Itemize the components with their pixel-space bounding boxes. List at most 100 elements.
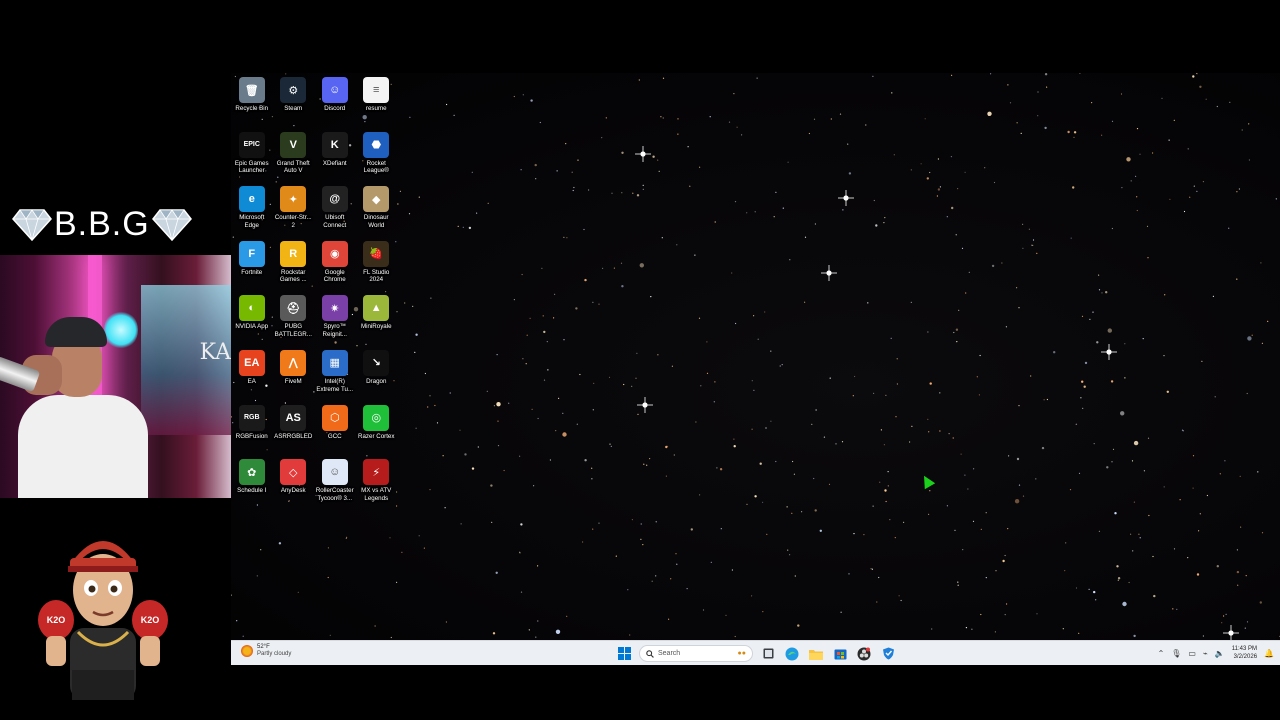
desktop-icon[interactable]: ✷ Spyro™ Reignit... bbox=[314, 295, 356, 350]
start-button[interactable] bbox=[615, 645, 633, 663]
desktop-icon[interactable]: ⛑ PUBG BATTLEGR... bbox=[273, 295, 315, 350]
desktop-icon[interactable]: ⚡ MX vs ATV Legends bbox=[356, 459, 398, 514]
star bbox=[1095, 599, 1097, 601]
star bbox=[968, 271, 970, 273]
taskbar-app-obs[interactable] bbox=[855, 645, 873, 663]
desktop-icon[interactable]: ◎ Razer Cortex bbox=[356, 404, 398, 460]
star bbox=[794, 575, 796, 577]
taskbar-app-shield[interactable] bbox=[879, 645, 897, 663]
star bbox=[444, 507, 446, 509]
star bbox=[880, 429, 883, 431]
desktop-icon[interactable]: AS ASRRGBLED bbox=[273, 404, 315, 460]
desktop-icon[interactable]: ☺ Discord bbox=[314, 77, 356, 132]
star bbox=[1229, 101, 1231, 103]
desktop-icon[interactable]: ◇ AnyDesk bbox=[273, 459, 315, 514]
weather-widget[interactable]: 52°F Partly cloudy bbox=[241, 644, 291, 658]
star bbox=[1091, 102, 1093, 104]
star bbox=[665, 445, 668, 449]
star bbox=[1075, 423, 1077, 425]
desktop-icon[interactable]: ✦ Counter-Str... 2 bbox=[273, 186, 315, 241]
desktop-icon[interactable]: ▲ MiniRoyale bbox=[356, 295, 398, 350]
desktop-icon[interactable]: 🗑 Recycle Bin bbox=[231, 77, 273, 132]
desktop-icon[interactable]: ◐ NVIDIA App bbox=[231, 295, 273, 350]
star bbox=[521, 273, 523, 276]
notification-bell-icon[interactable]: 🔔 bbox=[1264, 649, 1274, 658]
network-icon[interactable]: ⌁ bbox=[1203, 649, 1208, 658]
taskbar-app-edge[interactable] bbox=[783, 645, 801, 663]
star bbox=[591, 467, 593, 469]
star bbox=[1173, 548, 1176, 550]
store-icon bbox=[834, 649, 846, 660]
miniroyale-icon: ▲ bbox=[363, 295, 390, 322]
display-icon[interactable]: ▭ bbox=[1188, 649, 1196, 658]
microphone-icon[interactable]: 🎙 bbox=[1171, 649, 1181, 658]
desktop-icon[interactable]: ▦ Intel(R) Extreme Tu... bbox=[314, 349, 356, 405]
taskbar-app-explorer[interactable] bbox=[807, 645, 825, 663]
star bbox=[642, 184, 644, 186]
taskbar-app-store[interactable] bbox=[831, 645, 849, 663]
star bbox=[789, 554, 791, 556]
star bbox=[753, 315, 755, 317]
chevron-up-icon[interactable]: ⌃ bbox=[1158, 649, 1165, 658]
star bbox=[775, 460, 777, 463]
desktop-icon[interactable]: ⚙ Steam bbox=[273, 77, 315, 132]
star bbox=[770, 350, 772, 352]
star bbox=[804, 301, 806, 303]
star bbox=[1139, 537, 1141, 539]
star bbox=[636, 194, 640, 197]
task-view-button[interactable] bbox=[759, 645, 777, 663]
star bbox=[709, 116, 711, 118]
desktop-icon[interactable]: ✿ Schedule I bbox=[231, 459, 273, 514]
star bbox=[584, 459, 587, 462]
star bbox=[1236, 278, 1238, 280]
star bbox=[519, 455, 521, 457]
desktop-icon[interactable]: V Grand Theft Auto V bbox=[273, 131, 315, 187]
star bbox=[1004, 614, 1006, 616]
star bbox=[719, 468, 723, 471]
desktop-icon[interactable]: ⬡ GCC bbox=[314, 404, 356, 460]
bright-star bbox=[821, 265, 837, 281]
star bbox=[537, 620, 539, 622]
star bbox=[1062, 628, 1064, 630]
speaker-icon[interactable]: 🔈 bbox=[1215, 649, 1225, 658]
stream-overlay: B.B.G KA K2O K2O bbox=[0, 0, 231, 720]
star bbox=[547, 369, 549, 371]
desktop-icon[interactable]: ☺ RollerCoaster Tycoon® 3... bbox=[314, 459, 356, 514]
star bbox=[543, 379, 546, 381]
epic-games-icon: EPIC bbox=[238, 131, 265, 158]
star bbox=[811, 423, 813, 425]
taskbar-center: Search ●● bbox=[615, 644, 897, 663]
desktop-icon[interactable]: @ Ubisoft Connect bbox=[314, 186, 356, 241]
desktop-icon[interactable]: ⋀ FiveM bbox=[273, 349, 315, 405]
star bbox=[757, 338, 759, 340]
desktop-icon[interactable]: ◆ Dinosaur World bbox=[356, 186, 398, 241]
star bbox=[1018, 307, 1020, 309]
star bbox=[1176, 608, 1178, 611]
desktop-icon[interactable]: ⬣ Rocket League® bbox=[356, 131, 398, 187]
desktop-icon[interactable]: ◉ Google Chrome bbox=[314, 240, 356, 296]
star bbox=[896, 383, 899, 385]
desktop-icon[interactable]: ↘ Dragon bbox=[356, 349, 398, 405]
desktop-icon[interactable]: EPIC Epic Games Launcher bbox=[231, 131, 273, 187]
star bbox=[946, 216, 948, 218]
desktop-icon[interactable]: EA EA bbox=[231, 349, 273, 405]
star bbox=[1106, 466, 1109, 469]
desktop-icon[interactable]: K XDefiant bbox=[314, 131, 356, 187]
desktop-icon-label: FL Studio 2024 bbox=[363, 268, 390, 284]
desktop-icon[interactable]: F Fortnite bbox=[231, 240, 273, 296]
star bbox=[1202, 181, 1204, 183]
clock[interactable]: 11:43 PM 3/2/2026 bbox=[1232, 646, 1257, 661]
desktop-icon[interactable]: R Rockstar Games ... bbox=[273, 240, 315, 296]
star bbox=[980, 613, 982, 616]
desktop-icon[interactable]: 🍓 FL Studio 2024 bbox=[356, 240, 398, 296]
star bbox=[459, 429, 461, 431]
desktop-icon[interactable]: RGB RGBFusion bbox=[231, 404, 273, 460]
taskbar-search[interactable]: Search ●● bbox=[639, 645, 753, 662]
desktop-icon[interactable]: e Microsoft Edge bbox=[231, 186, 273, 241]
star bbox=[1246, 392, 1248, 395]
star bbox=[430, 297, 432, 299]
star bbox=[598, 303, 600, 305]
desktop-icon[interactable]: ≡ resume bbox=[356, 77, 398, 132]
star bbox=[863, 534, 865, 536]
desktop-wallpaper[interactable]: 🗑 Recycle Bin ⚙ Steam ☺ Discord ≡ resume EPIC Epi… bbox=[231, 73, 1280, 640]
